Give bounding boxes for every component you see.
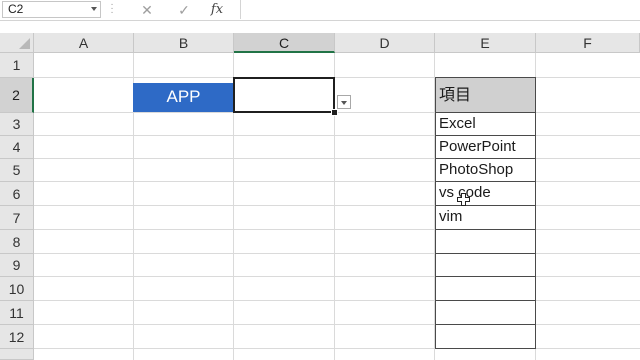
column-header-a[interactable]: A [34, 33, 134, 53]
list-item-photoshop[interactable]: PhotoShop [435, 159, 536, 182]
row-header-5[interactable]: 5 [0, 159, 34, 182]
gridline [34, 229, 640, 230]
list-empty-cell[interactable] [435, 254, 536, 277]
column-header-e[interactable]: E [435, 33, 536, 53]
row-header-3[interactable]: 3 [0, 113, 34, 136]
column-header-f[interactable]: F [536, 33, 640, 53]
gridline [34, 348, 640, 349]
gridline [34, 276, 640, 277]
column-header-d[interactable]: D [335, 33, 435, 53]
fill-handle[interactable] [331, 109, 338, 116]
list-empty-cell[interactable] [435, 230, 536, 254]
list-empty-cell[interactable] [435, 301, 536, 325]
column-header-c[interactable]: C [234, 33, 335, 53]
name-box[interactable]: C2 [2, 1, 101, 18]
chevron-down-icon [341, 101, 347, 105]
gridline [34, 205, 640, 206]
insert-function-icon[interactable]: fx [207, 1, 227, 19]
list-item-vscode[interactable]: vs code [435, 182, 536, 206]
row-header-13[interactable] [0, 349, 34, 360]
select-all-button[interactable] [0, 33, 34, 53]
gridline [34, 253, 640, 254]
gridline [34, 135, 640, 136]
row-header-11[interactable]: 11 [0, 301, 34, 325]
dropdown-button[interactable] [337, 95, 351, 109]
list-header-cell[interactable]: 項目 [435, 77, 536, 113]
list-item-excel[interactable]: Excel [435, 113, 536, 136]
cursor-cross-icon [457, 193, 470, 206]
cell-b2[interactable]: APP [133, 83, 234, 112]
row-header-10[interactable]: 10 [0, 277, 34, 301]
gridline [34, 300, 640, 301]
cell-c2-selected[interactable] [233, 77, 335, 113]
name-box-value: C2 [8, 2, 24, 16]
column-header-b[interactable]: B [134, 33, 234, 53]
check-icon[interactable]: ✓ [174, 1, 194, 19]
gridline [34, 158, 640, 159]
row-header-6[interactable]: 6 [0, 182, 34, 206]
gridline [34, 324, 640, 325]
gridline [34, 77, 640, 78]
row-header-8[interactable]: 8 [0, 230, 34, 254]
row-header-2[interactable]: 2 [0, 78, 34, 113]
select-all-triangle-icon [19, 38, 30, 49]
row-header-9[interactable]: 9 [0, 254, 34, 277]
close-icon[interactable]: ✕ [137, 1, 157, 19]
formula-bar: C2 · · · ✕ ✓ fx [0, 0, 640, 21]
row-header-12[interactable]: 12 [0, 325, 34, 349]
row-header-4[interactable]: 4 [0, 136, 34, 159]
list-empty-cell[interactable] [435, 325, 536, 349]
list-item-vim[interactable]: vim [435, 206, 536, 230]
list-empty-cell[interactable] [435, 277, 536, 301]
row-header-7[interactable]: 7 [0, 206, 34, 230]
row-header-1[interactable]: 1 [0, 53, 34, 78]
formula-input[interactable] [240, 0, 640, 19]
gridline [34, 181, 640, 182]
separator-dots-icon: · · · [110, 0, 114, 18]
chevron-down-icon[interactable] [91, 7, 97, 11]
list-item-powerpoint[interactable]: PowerPoint [435, 136, 536, 159]
